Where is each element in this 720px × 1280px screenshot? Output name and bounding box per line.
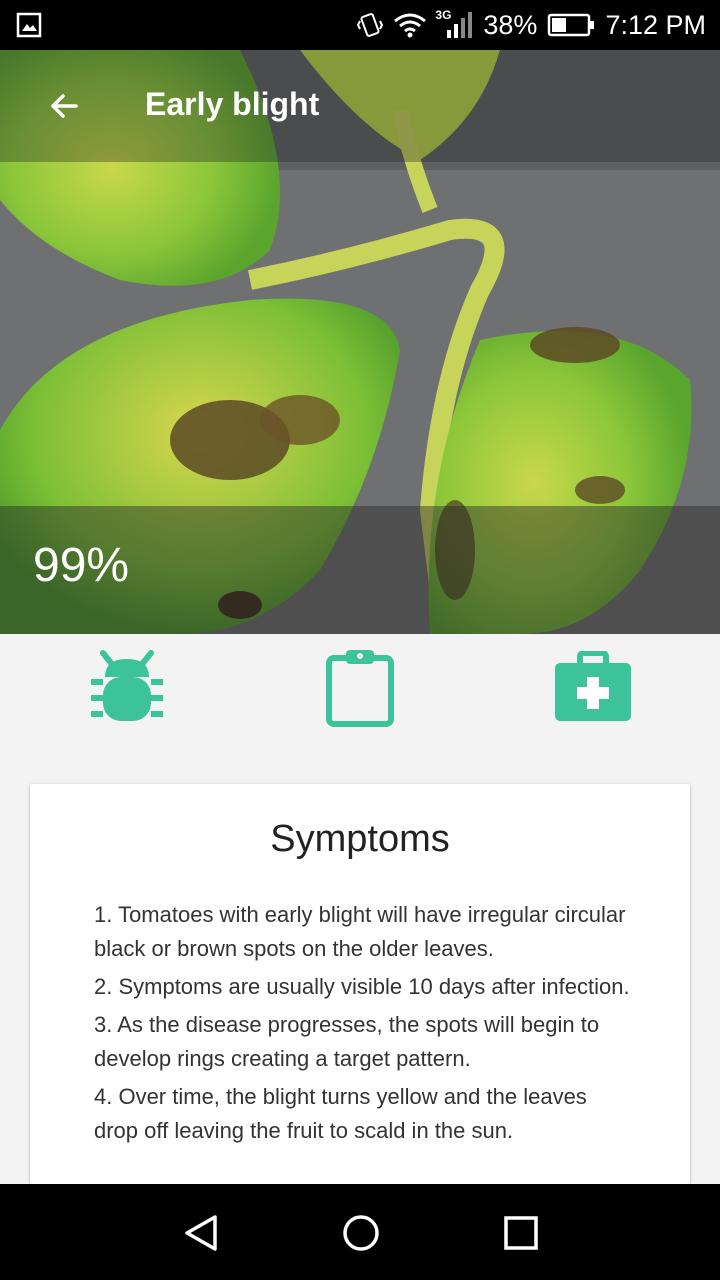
battery-icon (548, 13, 595, 37)
nav-home-button[interactable] (336, 1208, 386, 1258)
wifi-icon (394, 13, 427, 38)
image-icon (16, 12, 42, 38)
back-triangle-icon (185, 1215, 217, 1251)
vibrate-icon (357, 13, 384, 37)
list-item: 4. Over time, the blight turns yellow an… (94, 1084, 587, 1143)
recents-square-icon (504, 1216, 538, 1250)
signal-icon: 3G (435, 8, 473, 42)
back-button[interactable] (40, 82, 88, 130)
status-bar: 3G 38% 7:12 PM (0, 0, 720, 50)
medical-kit-icon (555, 651, 631, 721)
clock: 7:12 PM (605, 9, 706, 40)
list-item: 1. Tomatoes with early blight will have … (94, 902, 626, 961)
treatment-tab-button[interactable] (548, 642, 638, 732)
system-nav-bar (0, 1184, 720, 1280)
battery-percent: 38% (483, 9, 538, 40)
symptoms-card: Symptoms 1. Tomatoes with early blight w… (30, 784, 690, 1184)
action-row (0, 634, 720, 744)
bug-icon (91, 650, 163, 721)
card-title: Symptoms (270, 818, 450, 860)
nav-recents-button[interactable] (496, 1208, 546, 1258)
confidence-value: 99% (33, 539, 130, 592)
symptoms-tab-button[interactable] (82, 642, 172, 732)
home-circle-icon (343, 1215, 379, 1251)
page-title: Early blight (145, 86, 320, 122)
app-bar: Early blight (0, 50, 720, 162)
arrow-left-icon (51, 94, 78, 118)
clipboard-icon (326, 650, 394, 727)
details-tab-button[interactable] (315, 642, 405, 732)
symptoms-list: 1. Tomatoes with early blight will have … (94, 898, 634, 1152)
leaf-photo: Early blight 99% (0, 50, 720, 634)
nav-back-button[interactable] (176, 1208, 226, 1258)
list-item: 3. As the disease progresses, the spots … (94, 1012, 600, 1071)
list-item: 2. Symptoms are usually visible 10 days … (94, 974, 630, 999)
